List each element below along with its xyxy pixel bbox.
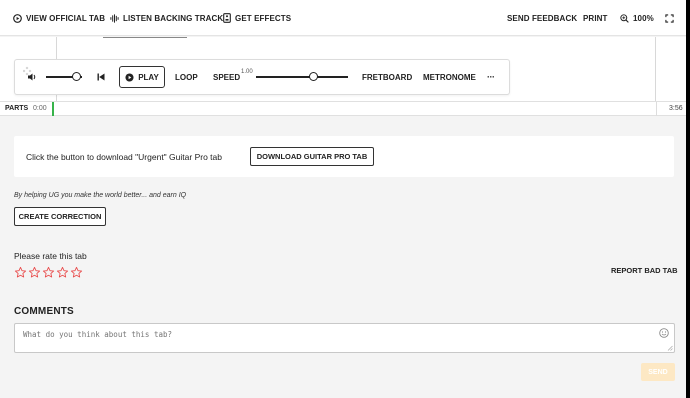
report-bad-tab-button[interactable]: REPORT BAD TAB: [611, 266, 678, 275]
correction-help-text: By helping UG you make the world better.…: [14, 192, 187, 199]
fullscreen-icon: [665, 13, 674, 23]
play-circle-icon: [125, 72, 134, 82]
rating-star-icon[interactable]: [42, 266, 55, 279]
notation-staff-line: [103, 37, 187, 38]
rating-star-icon[interactable]: [70, 266, 83, 279]
rating-star-icon[interactable]: [28, 266, 41, 279]
view-official-tab-label: VIEW OFFICIAL TAB: [26, 13, 106, 23]
resize-handle-icon[interactable]: [667, 345, 673, 351]
skip-to-start-icon[interactable]: [97, 73, 105, 81]
comments-title: COMMENTS: [14, 306, 74, 317]
star-rating[interactable]: [14, 266, 83, 279]
send-feedback-label: SEND FEEDBACK: [507, 13, 578, 23]
print-label: PRINT: [583, 13, 608, 23]
download-guitar-pro-button[interactable]: DOWNLOAD GUITAR PRO TAB: [250, 147, 374, 166]
rate-tab-label: Please rate this tab: [14, 251, 87, 261]
volume-icon[interactable]: [27, 72, 37, 82]
download-prompt-text: Click the button to download "Urgent" Gu…: [26, 152, 222, 162]
listen-backing-track-button[interactable]: LISTEN BACKING TRACK: [110, 0, 223, 36]
top-toolbar: VIEW OFFICIAL TAB LISTEN BACKING TRACK G…: [0, 0, 686, 36]
download-card: Click the button to download "Urgent" Gu…: [14, 136, 674, 177]
tab-page: VIEW OFFICIAL TAB LISTEN BACKING TRACK G…: [0, 0, 686, 398]
speed-slider-handle[interactable]: [309, 72, 319, 81]
get-effects-label: GET EFFECTS: [235, 13, 292, 23]
get-effects-button[interactable]: GET EFFECTS: [223, 0, 291, 36]
emoji-icon[interactable]: [659, 328, 669, 338]
view-official-tab-button[interactable]: VIEW OFFICIAL TAB: [13, 0, 105, 36]
send-comment-button[interactable]: SEND: [641, 363, 675, 381]
play-button[interactable]: PLAY: [119, 66, 165, 88]
effects-pedal-icon: [223, 13, 231, 23]
more-options-button[interactable]: ···: [487, 72, 495, 82]
volume-slider-handle[interactable]: [72, 72, 82, 81]
parts-timeline[interactable]: PARTS 0:00 3:56: [0, 101, 686, 116]
fullscreen-button[interactable]: [665, 0, 674, 36]
fretboard-button[interactable]: FRETBOARD: [362, 73, 412, 82]
play-label: PLAY: [138, 72, 159, 82]
speed-label: SPEED: [213, 73, 241, 82]
notation-barline: [655, 37, 656, 101]
zoom-level: 100%: [633, 13, 654, 23]
metronome-button[interactable]: METRONOME: [423, 73, 476, 82]
create-correction-button[interactable]: CREATE CORRECTION: [14, 207, 106, 226]
start-time: 0:00: [33, 105, 47, 112]
play-circle-icon: [13, 13, 22, 23]
send-feedback-button[interactable]: SEND FEEDBACK: [507, 0, 577, 36]
speed-slider-track[interactable]: [256, 76, 348, 78]
print-button[interactable]: PRINT: [583, 0, 608, 36]
parts-label: PARTS: [5, 105, 29, 112]
loop-button[interactable]: LOOP: [175, 73, 198, 82]
zoom-in-icon: [620, 13, 629, 23]
playhead-marker[interactable]: [52, 102, 54, 116]
waveform-icon: [110, 13, 119, 23]
zoom-control[interactable]: 100%: [620, 0, 654, 36]
comment-input[interactable]: [14, 323, 675, 353]
end-time: 3:56: [669, 105, 683, 112]
rating-star-icon[interactable]: [56, 266, 69, 279]
speed-value: 1.00: [241, 69, 253, 75]
rating-star-icon[interactable]: [14, 266, 27, 279]
playback-panel: PLAY LOOP SPEED 1.00 FRETBOARD METRONOME…: [14, 59, 510, 95]
listen-backing-track-label: LISTEN BACKING TRACK: [123, 13, 224, 23]
timeline-divider: [656, 102, 657, 116]
